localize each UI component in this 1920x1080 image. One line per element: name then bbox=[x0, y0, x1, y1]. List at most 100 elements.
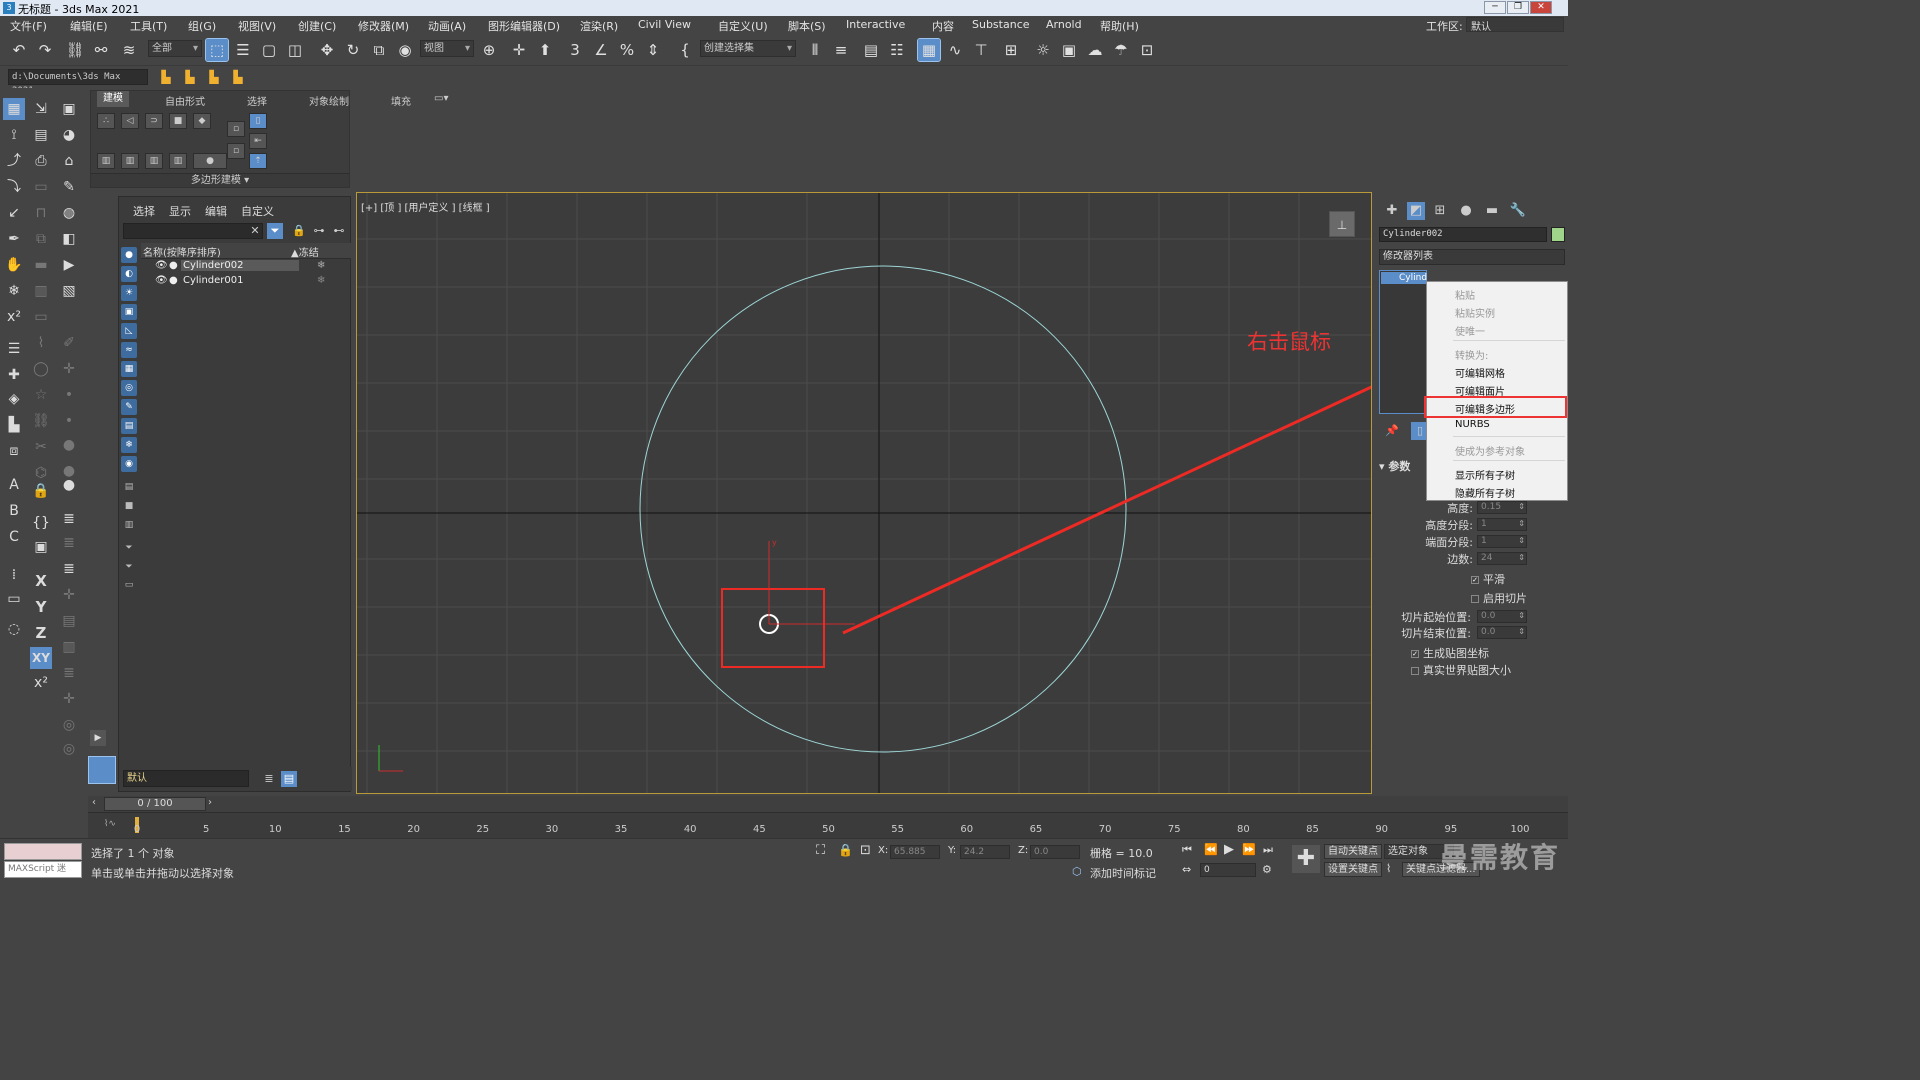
reference-coord-dropdown[interactable]: 视图 bbox=[420, 40, 474, 57]
clear-search-icon[interactable]: ✕ bbox=[247, 223, 263, 239]
menu-group[interactable]: 组(G) bbox=[188, 18, 216, 34]
film-icon[interactable]: ▧ bbox=[58, 280, 80, 302]
dim-tool-f-icon[interactable]: ◎ bbox=[58, 714, 80, 736]
menu-item-editable-mesh[interactable]: 可编辑网格 bbox=[1455, 365, 1505, 380]
column-name-header[interactable]: 名称(按降序排序) bbox=[143, 244, 221, 259]
link-tool-icon[interactable]: ⛓ bbox=[30, 410, 52, 432]
shelf-icon[interactable]: ▬ bbox=[30, 254, 52, 276]
layer-sort-icon[interactable]: ⊷ bbox=[331, 223, 347, 239]
print-icon[interactable]: ⎙ bbox=[30, 150, 52, 172]
layer-explorer-icon[interactable]: ▤ bbox=[281, 771, 297, 787]
absolute-mode-icon[interactable]: ⊡ bbox=[860, 843, 871, 858]
filter-helpers-icon[interactable]: ◺ bbox=[121, 323, 137, 339]
sphere-dim-icon[interactable]: ● bbox=[58, 434, 80, 456]
height-spinner[interactable]: 0.15 bbox=[1477, 501, 1527, 514]
display-none-icon[interactable]: ■ bbox=[121, 498, 137, 514]
rotate-icon[interactable]: ↻ bbox=[342, 39, 364, 61]
brush-icon[interactable]: ✎ bbox=[58, 176, 80, 198]
filter-geometry-icon[interactable]: ● bbox=[121, 247, 137, 263]
grid-select-icon[interactable]: ▦ bbox=[3, 98, 25, 120]
ruler-icon[interactable]: ▭ bbox=[3, 588, 25, 610]
save-disk-icon[interactable]: ▣ bbox=[30, 536, 52, 558]
set-key-big-icon[interactable]: ✚ bbox=[1292, 845, 1320, 873]
ribbon-tool-i-icon[interactable]: ⇤ bbox=[249, 133, 267, 149]
add-layer-icon[interactable]: ✚ bbox=[3, 364, 25, 386]
modify-tab-icon[interactable]: ◩ bbox=[1407, 202, 1425, 220]
dot2-icon[interactable]: • bbox=[58, 410, 80, 432]
filter-groups-icon[interactable]: ▦ bbox=[121, 361, 137, 377]
stack-b-icon[interactable]: ≣ bbox=[58, 532, 80, 554]
scene-menu-select[interactable]: 选择 bbox=[133, 203, 155, 219]
ribbon-tool-e-icon[interactable]: ● bbox=[193, 153, 227, 169]
stack-item-cylinder[interactable]: Cylinder bbox=[1381, 272, 1427, 284]
dotted-a-icon[interactable]: ⁞ bbox=[3, 564, 25, 586]
spinner-snap-icon[interactable]: ⇕ bbox=[642, 39, 664, 61]
unlink-icon[interactable]: ⚯ bbox=[90, 39, 112, 61]
prev-key-icon[interactable]: ⏪ bbox=[1204, 843, 1218, 856]
cap-segments-spinner[interactable]: 1 bbox=[1477, 535, 1527, 548]
filter-shapes-icon[interactable]: ◐ bbox=[121, 266, 137, 282]
column-frozen-header[interactable]: ▲冻结 bbox=[291, 244, 319, 259]
slice-from-spinner[interactable]: 0.0 bbox=[1477, 610, 1527, 623]
list-icon[interactable]: ☰ bbox=[3, 338, 25, 360]
stack-a-icon[interactable]: ≣ bbox=[58, 508, 80, 530]
display-tab-icon[interactable]: ▬ bbox=[1483, 202, 1501, 220]
axis-xy-icon[interactable]: XY bbox=[30, 647, 52, 669]
scene-menu-customize[interactable]: 自定义 bbox=[241, 203, 274, 219]
set-project-icon[interactable]: ▙ bbox=[204, 66, 224, 86]
height-segments-spinner[interactable]: 1 bbox=[1477, 518, 1527, 531]
hierarchy-tab-icon[interactable]: ⊞ bbox=[1431, 202, 1449, 220]
layer-dropdown[interactable]: 默认 bbox=[123, 770, 249, 787]
menu-modifiers[interactable]: 修改器(M) bbox=[358, 18, 409, 34]
dotted-circle-icon[interactable]: ◌ bbox=[3, 618, 25, 640]
percent-snap-icon[interactable]: % bbox=[616, 39, 638, 61]
filter-icon[interactable]: ⏷ bbox=[267, 223, 283, 239]
xpression-icon[interactable]: x² bbox=[3, 306, 25, 328]
open-project-icon[interactable]: ▙ bbox=[180, 66, 200, 86]
filter-spacewarps-icon[interactable]: ≈ bbox=[121, 342, 137, 358]
stack-c-icon[interactable]: ≣ bbox=[58, 558, 80, 580]
save-tool-icon[interactable]: ▭ bbox=[30, 306, 52, 328]
bind-space-warp-icon[interactable]: ≋ bbox=[118, 39, 140, 61]
next-key-icon[interactable]: ⏩ bbox=[1242, 843, 1256, 856]
menu-substance[interactable]: Substance bbox=[972, 18, 1030, 31]
sphere-pick-icon[interactable]: ◍ bbox=[58, 202, 80, 224]
scale-icon[interactable]: ⧉ bbox=[368, 39, 390, 61]
play-icon[interactable]: ▶ bbox=[1224, 842, 1234, 857]
polygon-mode-icon[interactable]: ■ bbox=[169, 113, 187, 129]
generate-mapping-checkbox[interactable]: ✓ 生成贴图坐标 bbox=[1411, 645, 1489, 661]
dim-tool-g-icon[interactable]: ◎ bbox=[58, 738, 80, 760]
select-layer-icon[interactable]: ▙ bbox=[3, 414, 25, 436]
tab-modeling[interactable]: 建模 bbox=[97, 91, 129, 107]
select-manipulate-icon[interactable]: ✛ bbox=[508, 39, 530, 61]
render-dot-icon[interactable]: ● bbox=[169, 275, 178, 286]
menu-tools[interactable]: 工具(T) bbox=[130, 18, 167, 34]
dot-icon[interactable]: • bbox=[58, 384, 80, 406]
dim-tool-a-icon[interactable]: ✛ bbox=[58, 584, 80, 606]
braces-icon[interactable]: {} bbox=[30, 512, 52, 534]
object-name-field[interactable]: Cylinder002 bbox=[1379, 227, 1547, 242]
star-icon[interactable]: ☆ bbox=[30, 384, 52, 406]
layers-icon[interactable]: ◈ bbox=[3, 388, 25, 410]
place-icon[interactable]: ◉ bbox=[394, 39, 416, 61]
dim-tool-e-icon[interactable]: ✛ bbox=[58, 688, 80, 710]
dim-tool-b-icon[interactable]: ▤ bbox=[58, 610, 80, 632]
scene-menu-edit[interactable]: 编辑 bbox=[205, 203, 227, 219]
add-time-tag[interactable]: 添加时间标记 bbox=[1090, 865, 1156, 881]
layer-stack-icon[interactable]: ≣ bbox=[261, 771, 277, 787]
schematic-view-icon[interactable]: ⊤ bbox=[970, 39, 992, 61]
select-object-icon[interactable]: ⬚ bbox=[205, 38, 229, 62]
filter-xrefs-icon[interactable]: ◎ bbox=[121, 380, 137, 396]
snaps-toggle-icon[interactable]: 3 bbox=[564, 39, 586, 61]
display-all-icon[interactable]: ▤ bbox=[121, 479, 137, 495]
project-path-dropdown[interactable]: d:\Documents\3ds Max 2021 bbox=[8, 69, 148, 96]
menu-animation[interactable]: 动画(A) bbox=[428, 18, 466, 34]
axis-xpression-icon[interactable]: x² bbox=[30, 672, 52, 694]
wire-icon[interactable]: ⌇ bbox=[30, 332, 52, 354]
tab-populate[interactable]: 填充 bbox=[391, 93, 411, 108]
menu-civil-view[interactable]: Civil View bbox=[638, 18, 691, 31]
menu-file[interactable]: 文件(F) bbox=[10, 18, 47, 34]
expand-arrow-icon[interactable]: ▶ bbox=[90, 730, 106, 746]
menu-item-nurbs[interactable]: NURBS bbox=[1455, 419, 1490, 430]
shirt-icon[interactable]: ⌂ bbox=[58, 150, 80, 172]
